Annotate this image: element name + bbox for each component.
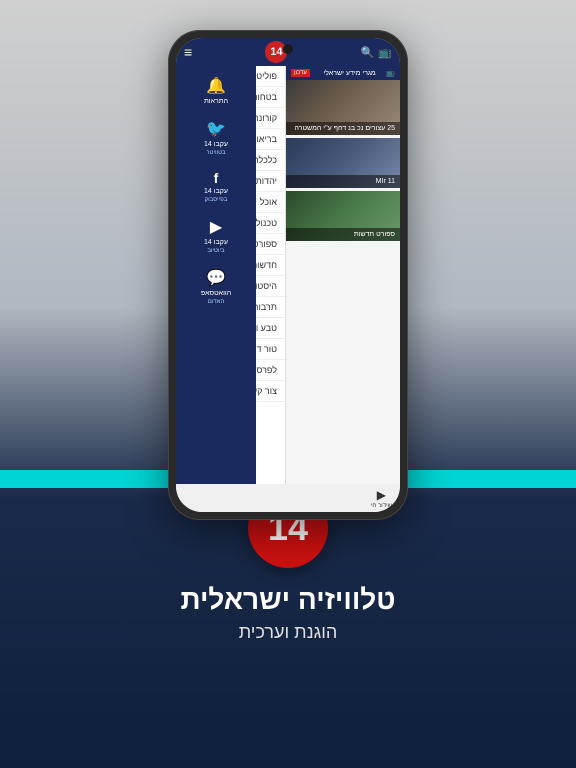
phone-frame: ≡ 14 🔍 📺 🔔 התראות 🐦 (168, 30, 408, 520)
news-title-1: 25 עצורים נכ בנ דחף ע"י המשטרה (291, 125, 395, 132)
facebook-icon: f (214, 170, 219, 186)
news-ticker: 📺 מגרי מידע ישראלי עדכון (286, 66, 400, 80)
twitter-icon: 🐦 (206, 119, 226, 139)
news-item-2[interactable]: MIr 11 (286, 138, 400, 188)
ticker-text: מגרי מידע ישראלי (323, 70, 375, 77)
news-title-3: ספורט חדשות (291, 231, 395, 238)
news-panel: 📺 מגרי מידע ישראלי עדכון 25 עצורים נכ בנ… (286, 66, 400, 484)
app-header: ≡ 14 🔍 📺 (176, 38, 400, 66)
search-icon[interactable]: 🔍 (361, 46, 375, 59)
live-label: שידור חי (371, 503, 392, 509)
ticker-icon: 📺 (386, 69, 395, 77)
notif-facebook[interactable]: f עקבו 14 בפייסבוק (204, 170, 228, 203)
news-overlay-1: 25 עצורים נכ בנ דחף ע"י המשטרה (286, 122, 400, 135)
camera-icon[interactable]: 📺 (378, 46, 392, 59)
tagline-sub: הוגנת וערכית (239, 622, 338, 643)
app-logo: 14 (265, 41, 287, 63)
news-title-2: MIr 11 (291, 178, 395, 185)
menu-icon[interactable]: ≡ (184, 44, 192, 60)
whatsapp-icon: 💬 (206, 268, 226, 288)
app-bottom-bar: ▶ שידור חי (176, 484, 400, 512)
play-icon: ▶ (377, 488, 386, 502)
phone-screen: ≡ 14 🔍 📺 🔔 התראות 🐦 (176, 38, 400, 512)
live-broadcast-button[interactable]: ▶ שידור חי (371, 488, 392, 509)
notif-youtube[interactable]: ▶ עקבו 14 ביוטיוב (204, 217, 228, 254)
youtube-icon: ▶ (210, 217, 222, 237)
bell-icon: 🔔 (206, 76, 226, 96)
notif-alerts[interactable]: 🔔 התראות (204, 76, 228, 105)
notif-whatsapp[interactable]: 💬 הוואטסאפ האדום (201, 268, 231, 305)
header-icons: 🔍 📺 (361, 46, 392, 59)
notif-twitter[interactable]: 🐦 עקבו 14 בטוויטר (204, 119, 228, 156)
news-overlay-3: ספורט חדשות (286, 228, 400, 241)
notification-panel: 🔔 התראות 🐦 עקבו 14 בטוויטר f עקבו 14 בפי… (176, 66, 256, 484)
news-item-1[interactable]: 25 עצורים נכ בנ דחף ע"י המשטרה (286, 80, 400, 135)
ticker-label: עדכון (291, 69, 310, 77)
news-overlay-2: MIr 11 (286, 175, 400, 188)
tagline-main: טלוויזיה ישראלית (180, 584, 395, 616)
news-item-3[interactable]: ספורט חדשות (286, 191, 400, 241)
app-body: 🔔 התראות 🐦 עקבו 14 בטוויטר f עקבו 14 בפי… (176, 66, 400, 484)
phone-device: ≡ 14 🔍 📺 🔔 התראות 🐦 (168, 30, 408, 520)
